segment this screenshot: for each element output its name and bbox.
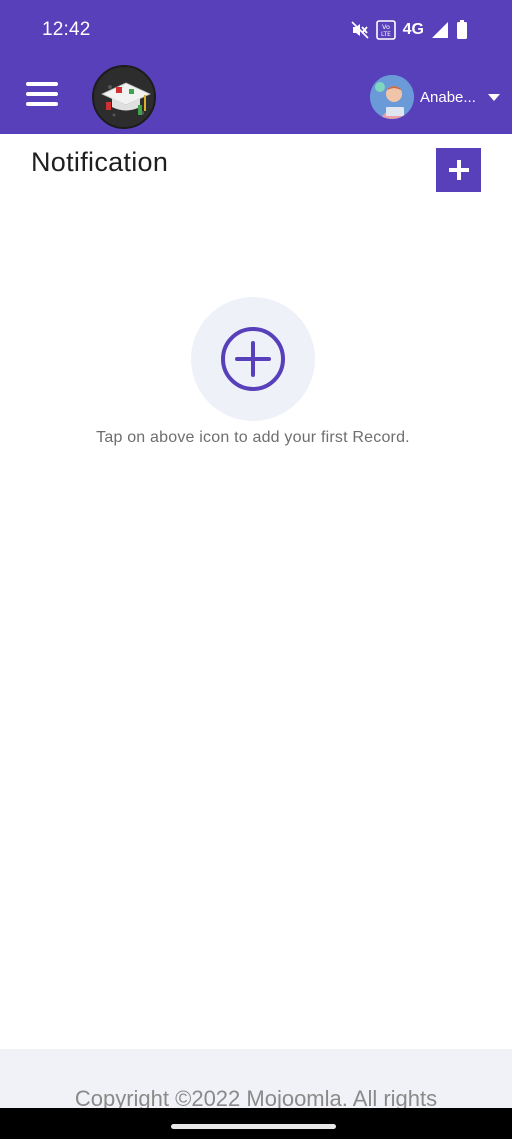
home-indicator[interactable] xyxy=(171,1124,336,1129)
empty-state-message: Tap on above icon to add your first Reco… xyxy=(96,429,410,446)
status-icons: Vo LTE 4G xyxy=(351,19,468,41)
battery-icon xyxy=(456,20,468,40)
signal-icon xyxy=(431,21,449,39)
dropdown-caret-icon[interactable] xyxy=(488,93,500,101)
graduation-cap-logo[interactable] xyxy=(92,65,156,129)
user-avatar xyxy=(370,75,414,119)
add-notification-button[interactable] xyxy=(436,148,481,192)
user-name: Anabe... xyxy=(420,88,476,106)
hamburger-menu-icon[interactable] xyxy=(26,82,60,110)
screen: 12:42 Vo LTE 4G Anabe... Notification Ta… xyxy=(0,0,512,1139)
add-circle-icon xyxy=(221,327,285,391)
system-nav-bar xyxy=(0,1108,512,1139)
status-time: 12:42 xyxy=(42,19,91,40)
network-label: 4G xyxy=(402,21,424,38)
page-title: Notification xyxy=(31,147,169,177)
app-bar: Anabe... xyxy=(0,60,512,134)
user-menu[interactable]: Anabe... xyxy=(370,75,500,119)
add-record-button[interactable] xyxy=(191,297,315,421)
svg-text:LTE: LTE xyxy=(381,31,391,38)
svg-text:Vo: Vo xyxy=(382,23,390,31)
mute-icon xyxy=(351,21,369,39)
plus-icon xyxy=(448,160,469,180)
status-bar: 12:42 Vo LTE 4G xyxy=(0,0,512,60)
volte-icon: Vo LTE xyxy=(375,20,396,40)
